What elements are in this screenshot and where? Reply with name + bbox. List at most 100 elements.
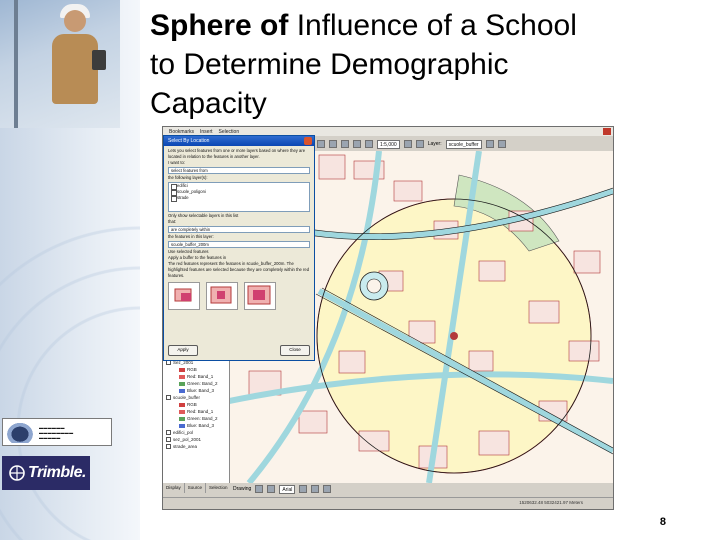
parcel (298, 410, 328, 434)
school-point (450, 332, 458, 340)
zoom-out-icon[interactable] (329, 140, 337, 148)
title-light-part: Influence of a School (296, 9, 577, 42)
page-number: 8 (659, 516, 666, 528)
photo-pole (14, 0, 18, 128)
toc-item: RGB (163, 366, 229, 373)
menu-item-bookmarks[interactable]: Bookmarks (169, 129, 194, 135)
pan-icon[interactable] (341, 140, 349, 148)
title-line-1: Sphere of Influence of a School (150, 6, 710, 45)
toc-item-label: Blue: Band_3 (187, 388, 215, 393)
toc-checkbox[interactable] (166, 437, 171, 442)
toc-checkbox[interactable] (166, 430, 171, 435)
drawing-toolbar: Drawing Arial (229, 483, 613, 495)
legend-swatch (179, 374, 185, 379)
slide-title: Sphere of Influence of a School to Deter… (150, 6, 710, 123)
features-label: the features in this layer: (168, 234, 214, 239)
layers-label: the following layer(s): (168, 175, 208, 180)
georeference-icon[interactable] (485, 140, 494, 148)
features-select[interactable]: scuole_buffer_200m (168, 241, 310, 248)
partner-logo-mark (5, 421, 35, 443)
partner-logo: ▬▬▬▬▬▬ ▬▬▬▬▬▬▬▬ ▬▬▬▬▬ (2, 418, 112, 446)
photo-person-head (64, 10, 86, 32)
trimble-wordmark: Trimble. (28, 464, 86, 481)
map-toolbar: 1:5,000 Layer: scuole_buffer (313, 137, 613, 151)
drawing-menu[interactable]: Drawing (233, 486, 251, 492)
legend-swatch (179, 409, 185, 414)
toc-item[interactable]: sez_pol_2001 (163, 436, 229, 443)
photo-device (92, 50, 106, 70)
bold-icon[interactable] (299, 485, 308, 493)
fill-color-icon[interactable] (323, 485, 332, 493)
parcel (393, 180, 423, 202)
select-features-icon[interactable] (403, 140, 412, 148)
toc-item-label: Red: Band_1 (187, 409, 214, 414)
trimble-logo: Trimble. (2, 456, 90, 490)
relation-preview (244, 282, 276, 310)
toc-item[interactable]: edifici_pol (163, 429, 229, 436)
title-bold-part: Sphere of (150, 9, 297, 42)
legend-swatch (179, 416, 185, 421)
parcel (358, 430, 390, 452)
status-bar: 1520632.48 5032421.97 Meters (163, 497, 613, 509)
toc-item-label: Green: Band_2 (187, 416, 218, 421)
toc-item[interactable]: strade_area (163, 443, 229, 450)
layers-list[interactable]: edifici scuole_poligoni strade (168, 182, 310, 212)
action-label: I want to: (168, 160, 185, 165)
preview-graphic (174, 288, 192, 302)
layer-option[interactable]: strade (169, 195, 309, 202)
window-close-button[interactable] (603, 128, 611, 135)
italic-icon[interactable] (311, 485, 320, 493)
parcel (568, 340, 600, 362)
toc-item-label: Blue: Band_3 (187, 423, 215, 428)
menu-item-insert[interactable]: Insert (200, 129, 213, 135)
legend-swatch (179, 381, 185, 386)
tab-source[interactable]: Source (185, 483, 207, 493)
parcel (468, 350, 494, 372)
action-select[interactable]: select features from (168, 167, 310, 174)
toc-tabs: Display Source Selection (163, 483, 232, 493)
layer-combo[interactable]: scuole_buffer (445, 139, 482, 149)
legend-swatch (179, 402, 185, 407)
select-by-location-dialog: Select By Location Lets you select featu… (163, 135, 315, 361)
toc-item: Green: Band_2 (163, 380, 229, 387)
relation-select[interactable]: are completely within (168, 226, 310, 233)
dialog-title-bar: Select By Location (164, 136, 314, 146)
parcel (478, 430, 510, 456)
toc-item: Red: Band_1 (163, 408, 229, 415)
editor-icon[interactable] (497, 140, 506, 148)
scale-combo[interactable]: 1:5,000 (377, 139, 400, 149)
toc-item[interactable]: scuole_buffer (163, 394, 229, 401)
full-extent-icon[interactable] (353, 140, 361, 148)
partner-logo-text: ▬▬▬▬▬▬ ▬▬▬▬▬▬▬▬ ▬▬▬▬▬ (39, 424, 74, 440)
measure-icon[interactable] (415, 140, 424, 148)
toc-checkbox[interactable] (166, 395, 171, 400)
tab-display[interactable]: Display (163, 483, 185, 493)
title-line-2: to Determine Demographic (150, 48, 509, 81)
font-combo[interactable]: Arial (279, 484, 296, 494)
toc-item: Blue: Band_3 (163, 422, 229, 429)
preview-graphic (210, 286, 232, 304)
apply-button[interactable]: Apply (168, 345, 198, 356)
parcel (478, 260, 506, 282)
relation-preview (168, 282, 200, 310)
toc-item-label: strade_area (173, 444, 198, 449)
toc-item-label: RGB (187, 367, 197, 372)
pointer-icon[interactable] (255, 485, 264, 493)
rotate-icon[interactable] (267, 485, 276, 493)
menu-item-selection[interactable]: Selection (219, 129, 240, 135)
dialog-title: Select By Location (168, 138, 210, 144)
zoom-in-icon[interactable] (317, 140, 325, 148)
toc-item: Green: Band_2 (163, 415, 229, 422)
tab-selection[interactable]: Selection (206, 483, 232, 493)
legend-swatch (179, 423, 185, 428)
toc-item-label: Green: Band_2 (187, 381, 218, 386)
table-of-contents: Sez_2001 RGB Red: Band_1 Green: Band_2 B… (163, 359, 230, 483)
relation-preview (206, 282, 238, 310)
relation-previews (168, 282, 310, 310)
toc-checkbox[interactable] (166, 444, 171, 449)
identify-icon[interactable] (365, 140, 373, 148)
dialog-body: Lets you select features from one or mor… (164, 146, 314, 312)
parcel (338, 350, 366, 374)
close-button[interactable]: Close (280, 345, 310, 356)
dialog-close-icon[interactable] (304, 137, 312, 145)
